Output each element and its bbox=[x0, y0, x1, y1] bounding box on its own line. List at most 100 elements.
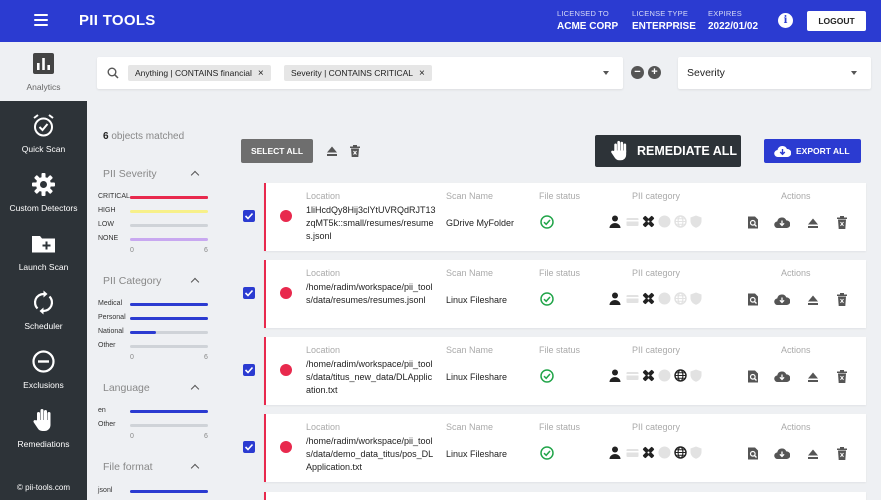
add-filter-button[interactable]: + bbox=[648, 66, 661, 79]
table-row[interactable]: Location Scan Name File status PII category… bbox=[264, 183, 866, 251]
filter-row-label[interactable]: CRITICAL bbox=[98, 193, 130, 200]
sidebar-item-launch-scan[interactable]: Launch Scan bbox=[0, 222, 87, 281]
eject-icon[interactable] bbox=[326, 145, 338, 157]
chevron-up-icon[interactable] bbox=[190, 384, 200, 394]
filter-row-bar[interactable] bbox=[130, 410, 208, 413]
pii-category-icons bbox=[609, 215, 709, 229]
sidebar-item-label: Exclusions bbox=[23, 380, 64, 390]
table-row[interactable]: Location Scan Name File status PII category… bbox=[264, 260, 866, 328]
filter-row-bar[interactable] bbox=[130, 424, 208, 427]
eject-icon[interactable] bbox=[807, 447, 820, 460]
check-circle-icon bbox=[540, 369, 554, 383]
info-icon[interactable]: i bbox=[778, 13, 793, 28]
chevron-up-icon[interactable] bbox=[190, 463, 200, 473]
row-checkbox[interactable] bbox=[243, 364, 255, 376]
filter-row-bar-fill bbox=[130, 490, 208, 493]
pii-category-header: PII category bbox=[632, 345, 681, 355]
filter-scale-max: 6 bbox=[204, 354, 208, 361]
sidebar-item-quick-scan[interactable]: Quick Scan bbox=[0, 104, 87, 163]
cloud-download-icon[interactable] bbox=[774, 216, 791, 229]
filter-row-label[interactable]: HIGH bbox=[98, 207, 116, 214]
eject-icon[interactable] bbox=[807, 370, 820, 383]
sort-select[interactable]: Severity bbox=[678, 57, 871, 89]
search-bar[interactable]: Anything | CONTAINS financial × Severity … bbox=[97, 57, 623, 89]
chevron-up-icon[interactable] bbox=[190, 277, 200, 287]
table-row[interactable]: Location Scan Name File status PII category… bbox=[264, 337, 866, 405]
filter-row-bar[interactable] bbox=[130, 303, 208, 306]
filter-row-label[interactable]: jsonl bbox=[98, 487, 112, 494]
chevron-up-icon[interactable] bbox=[190, 170, 200, 180]
sidebar-item-label: Quick Scan bbox=[21, 144, 66, 154]
check-circle-icon bbox=[540, 446, 554, 460]
cloud-download-icon[interactable] bbox=[774, 293, 791, 306]
filter-row-label[interactable]: Medical bbox=[98, 300, 122, 307]
menu-icon[interactable] bbox=[34, 14, 48, 26]
row-checkbox[interactable] bbox=[243, 441, 255, 453]
row-checkbox[interactable] bbox=[243, 287, 255, 299]
logout-button[interactable]: LOGOUT bbox=[807, 11, 866, 31]
trash-icon[interactable] bbox=[836, 293, 849, 306]
export-all-button[interactable]: EXPORT ALL bbox=[764, 139, 861, 163]
severity-dot bbox=[280, 441, 292, 453]
license-expires: EXPIRES 2022/01/02 bbox=[708, 9, 758, 32]
hand-icon bbox=[611, 140, 627, 161]
table-row[interactable]: Location Scan Name File status PII category… bbox=[264, 414, 866, 482]
filter-row-bar[interactable] bbox=[130, 224, 208, 227]
filter-row-label[interactable]: Other bbox=[98, 342, 116, 349]
file-search-icon[interactable] bbox=[747, 216, 760, 229]
shield-icon bbox=[690, 292, 702, 310]
filter-row-bar[interactable] bbox=[130, 238, 208, 241]
filter-row-label[interactable]: LOW bbox=[98, 221, 114, 228]
filter-row-label[interactable]: Personal bbox=[98, 314, 126, 321]
filter-row-bar[interactable] bbox=[130, 345, 208, 348]
file-location[interactable]: /home/radim/workspace/pii_tools/data/tit… bbox=[306, 358, 436, 397]
eject-icon[interactable] bbox=[807, 293, 820, 306]
filter-row-bar[interactable] bbox=[130, 331, 208, 334]
medical-cross-icon bbox=[642, 446, 655, 464]
filter-row-label[interactable]: National bbox=[98, 328, 124, 335]
severity-filter-title: PII Severity bbox=[103, 168, 157, 180]
sync-icon bbox=[33, 290, 54, 315]
select-all-button[interactable]: SELECT ALL bbox=[241, 139, 313, 163]
file-search-icon[interactable] bbox=[747, 293, 760, 306]
row-checkbox[interactable] bbox=[243, 210, 255, 222]
trash-icon[interactable] bbox=[836, 447, 849, 460]
filter-row-bar[interactable] bbox=[130, 490, 208, 493]
file-search-icon[interactable] bbox=[747, 447, 760, 460]
trash-icon[interactable] bbox=[836, 370, 849, 383]
cloud-download-icon[interactable] bbox=[774, 370, 791, 383]
remediate-all-button[interactable]: REMEDIATE ALL bbox=[595, 135, 741, 167]
file-location[interactable]: /home/radim/workspace/pii_tools/data/dem… bbox=[306, 435, 436, 474]
trash-icon[interactable] bbox=[836, 216, 849, 229]
chevron-down-icon[interactable] bbox=[603, 71, 609, 75]
person-icon bbox=[609, 446, 621, 464]
filter-row-label[interactable]: en bbox=[98, 407, 106, 414]
filter-chip[interactable]: Anything | CONTAINS financial × bbox=[128, 65, 271, 81]
filter-row-bar[interactable] bbox=[130, 317, 208, 320]
filter-row-label[interactable]: Other bbox=[98, 421, 116, 428]
file-location[interactable]: 1liHcdQy8Hij3clYtUVRQdRJT13zqMT5k::small… bbox=[306, 204, 436, 243]
file-search-icon[interactable] bbox=[747, 370, 760, 383]
sidebar-item-custom-detectors[interactable]: Custom Detectors bbox=[0, 163, 87, 222]
filter-chip-label: Severity | CONTAINS CRITICAL bbox=[291, 68, 414, 78]
filter-row-bar[interactable] bbox=[130, 196, 208, 199]
sidebar-item-exclusions[interactable]: Exclusions bbox=[0, 340, 87, 399]
trash-icon[interactable] bbox=[349, 145, 361, 157]
close-icon[interactable]: × bbox=[258, 68, 264, 79]
filter-row-label[interactable]: NONE bbox=[98, 235, 118, 242]
sidebar-item-remediations[interactable]: Remediations bbox=[0, 399, 87, 458]
file-location[interactable]: /home/radim/workspace/pii_tools/data/res… bbox=[306, 281, 436, 307]
cloud-download-icon[interactable] bbox=[774, 447, 791, 460]
pii-category-icons bbox=[609, 446, 709, 460]
eject-icon[interactable] bbox=[807, 216, 820, 229]
table-row[interactable] bbox=[264, 492, 866, 500]
remove-filter-button[interactable]: − bbox=[631, 66, 644, 79]
app-logo[interactable]: PII TOOLS bbox=[79, 12, 156, 29]
filter-chip[interactable]: Severity | CONTAINS CRITICAL × bbox=[284, 65, 432, 81]
sidebar-item-scheduler[interactable]: Scheduler bbox=[0, 281, 87, 340]
pii-category-icons bbox=[609, 369, 709, 383]
sidebar-item-analytics[interactable]: Analytics bbox=[0, 42, 87, 101]
filter-row-bar[interactable] bbox=[130, 210, 208, 213]
close-icon[interactable]: × bbox=[419, 68, 425, 79]
search-icon bbox=[107, 67, 119, 79]
